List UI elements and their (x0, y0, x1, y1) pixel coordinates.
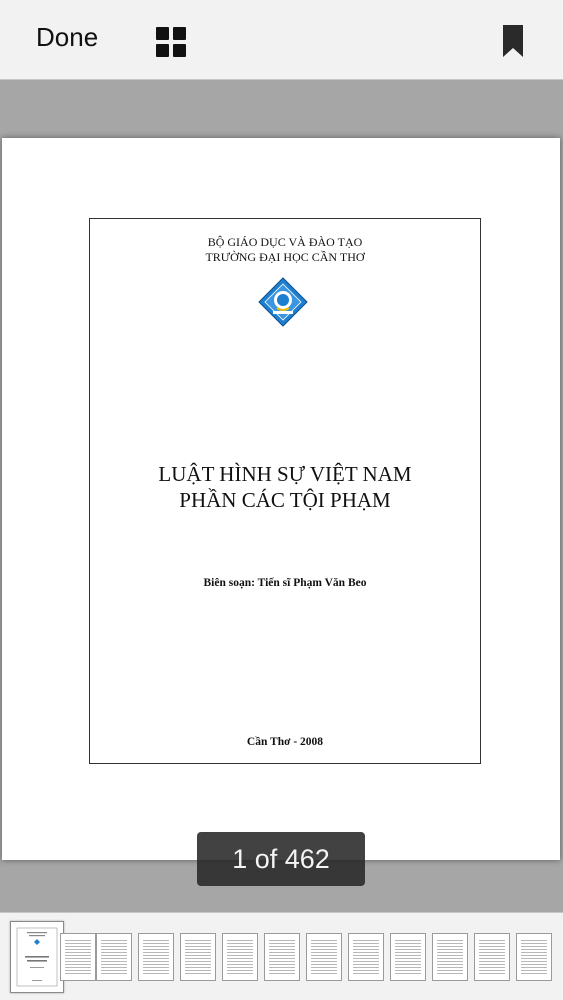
thumbnail-page[interactable] (390, 933, 426, 981)
thumbnail-page[interactable] (516, 933, 552, 981)
bookmark-icon[interactable] (502, 25, 524, 57)
thumbnail-page[interactable] (222, 933, 258, 981)
university-logo-icon (258, 277, 308, 327)
author-text: Biên soạn: Tiến sĩ Phạm Văn Beo (203, 577, 367, 589)
document-title-line2: PHẦN CÁC TỘI PHẠM (179, 488, 391, 512)
thumbnail-page[interactable] (474, 933, 510, 981)
document-page[interactable]: BỘ GIÁO DỤC VÀ ĐÀO TẠO TRƯỜNG ĐẠI HỌC CẦ… (2, 138, 560, 860)
thumbnail-page[interactable] (96, 933, 132, 981)
thumbnail-page[interactable] (264, 933, 300, 981)
thumbnail-page[interactable] (306, 933, 342, 981)
thumbnail-page[interactable] (138, 933, 174, 981)
place-year-text: Cần Thơ - 2008 (246, 736, 324, 748)
page-indicator: 1 of 462 (197, 832, 365, 886)
thumbnail-page[interactable] (348, 933, 384, 981)
university-text: TRƯỜNG ĐẠI HỌC CẦN THƠ (205, 250, 365, 264)
thumbnail-current-page[interactable] (10, 921, 64, 993)
document-title-line1: LUẬT HÌNH SỰ VIỆT NAM (158, 462, 412, 486)
thumbnail-strip[interactable] (0, 912, 563, 1000)
thumbnail-page[interactable] (432, 933, 468, 981)
top-toolbar: Done (0, 0, 563, 80)
thumbnail-page[interactable] (180, 933, 216, 981)
grid-icon[interactable] (156, 27, 186, 57)
done-button[interactable]: Done (36, 22, 98, 53)
ministry-text: BỘ GIÁO DỤC VÀ ĐÀO TẠO (207, 235, 363, 249)
cover-frame: BỘ GIÁO DỤC VÀ ĐÀO TẠO TRƯỜNG ĐẠI HỌC CẦ… (89, 218, 481, 764)
thumbnail-page[interactable] (60, 933, 96, 981)
